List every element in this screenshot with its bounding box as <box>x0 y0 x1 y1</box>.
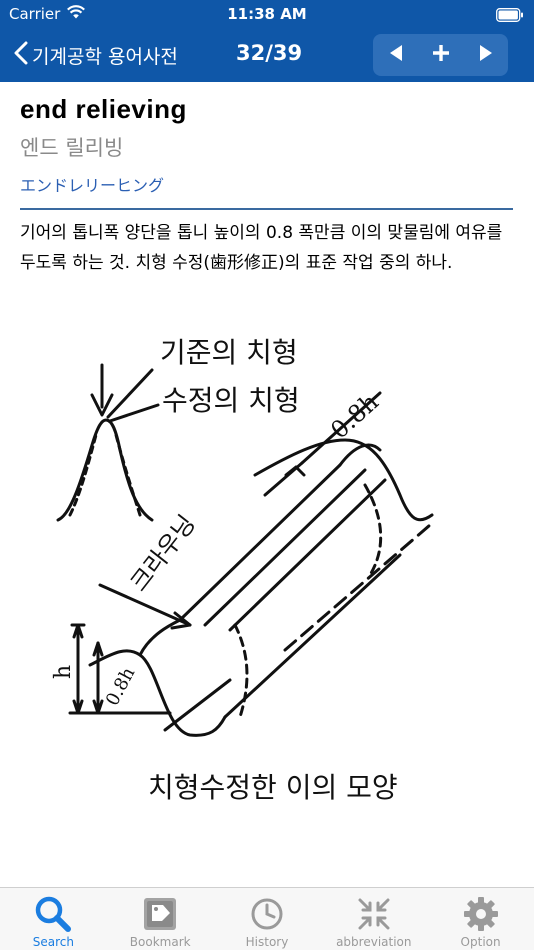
bookmark-icon <box>141 895 179 933</box>
entry-navigation-group <box>373 34 508 76</box>
clock-icon <box>248 895 286 933</box>
tab-search[interactable]: Search <box>0 888 107 950</box>
back-button-label: 기계공학 용어사전 <box>32 45 178 68</box>
korean-term: 엔드 릴리빙 <box>20 136 124 160</box>
entry-definition: 기어의 톱니폭 양단을 톱니 높이의 0.8 폭만큼 이의 맞물림에 여유를 두… <box>20 223 503 273</box>
entry-counter: 32/39 <box>236 41 303 65</box>
next-entry-button[interactable] <box>463 34 508 76</box>
tab-option[interactable]: Option <box>427 888 534 950</box>
figure-caption: 치형수정한 이의 모양 <box>148 771 398 804</box>
search-icon <box>33 895 73 933</box>
tab-bookmark[interactable]: Bookmark <box>107 888 214 950</box>
triangle-left-icon <box>389 44 403 66</box>
tab-bookmark-label: Bookmark <box>129 935 191 949</box>
tab-search-label: Search <box>32 935 75 949</box>
entry-content: end relieving 엔드 릴리빙 エンドレリーヒング 기어의 톱니폭 양… <box>0 82 534 887</box>
previous-entry-button[interactable] <box>373 34 418 76</box>
tab-abbreviation[interactable]: abbreviation <box>320 888 427 950</box>
add-bookmark-button[interactable] <box>418 34 463 76</box>
plus-icon <box>432 44 450 66</box>
back-button[interactable]: 기계공학 용어사전 <box>14 38 178 72</box>
battery-icon <box>496 7 524 26</box>
navigation-bar: 기계공학 용어사전 32/39 <box>0 28 534 82</box>
gear-tooth-illustration: 기준의 치형 수정의 치형 크라우닝 0.8h 0.8h h 치형수정한 이의 … <box>51 336 434 804</box>
figure-label-08h-bottom: 0.8h <box>102 664 140 710</box>
tab-abbreviation-label: abbreviation <box>336 935 412 949</box>
tab-bar: Search Bookmark History abbreviation Opt… <box>0 887 534 950</box>
gear-icon <box>462 895 500 933</box>
triangle-right-icon <box>479 44 493 66</box>
compress-arrows-icon <box>355 895 393 933</box>
header-divider <box>20 208 513 210</box>
entry-headword: end relieving <box>20 94 187 124</box>
figure-label-modified: 수정의 치형 <box>162 384 300 417</box>
figure-label-h: h <box>51 665 76 679</box>
japanese-term: エンドレリーヒング <box>20 176 165 195</box>
tab-history-label: History <box>245 935 289 949</box>
tab-option-label: Option <box>460 935 501 949</box>
figure-label-crowning: 크라우닝 <box>125 510 201 597</box>
clock-time: 11:38 AM <box>227 5 307 23</box>
figure-label-reference: 기준의 치형 <box>160 336 298 369</box>
status-bar: Carrier 11:38 AM <box>0 0 534 28</box>
tab-history[interactable]: History <box>214 888 321 950</box>
chevron-left-icon <box>14 41 28 69</box>
